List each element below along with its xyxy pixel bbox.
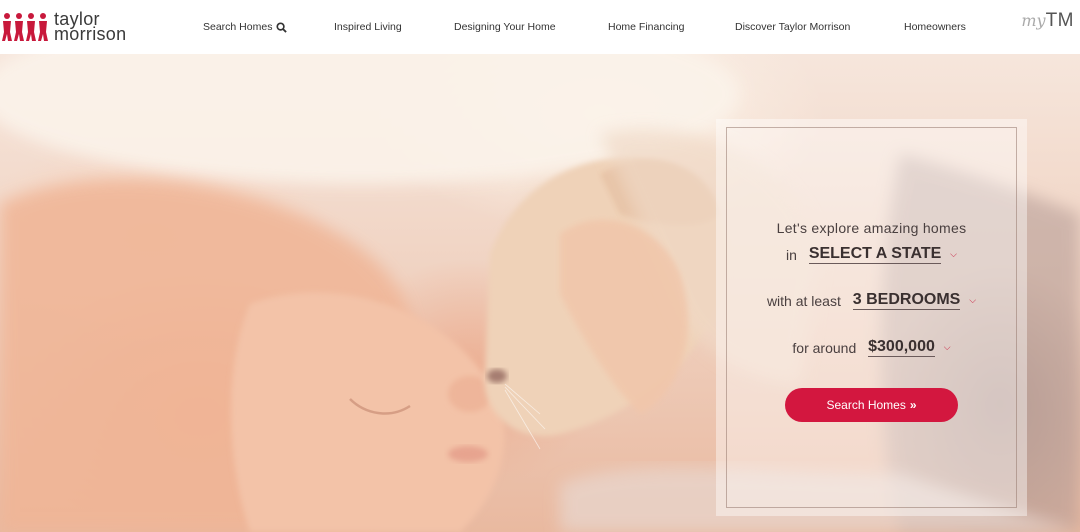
nav-discover-taylor-morrison-label: Discover Taylor Morrison — [735, 21, 851, 33]
state-row: in SELECT A STATE ⌵ — [716, 245, 1027, 264]
home-search-card: Let's explore amazing homes in SELECT A … — [716, 119, 1027, 516]
price-row: for around $300,000 ⌵ — [716, 338, 1027, 357]
nav-search-homes[interactable]: Search Homes — [203, 0, 288, 54]
nav-discover-taylor-morrison[interactable]: Discover Taylor Morrison — [735, 0, 850, 54]
price-select-value: $300,000 — [868, 338, 935, 355]
chevron-down-icon[interactable]: ⌵ — [950, 249, 957, 260]
chevron-down-icon[interactable]: ⌵ — [944, 342, 951, 353]
state-select[interactable]: SELECT A STATE — [808, 245, 942, 264]
chevron-down-icon[interactable]: ⌵ — [969, 295, 976, 306]
price-select[interactable]: $300,000 — [868, 338, 935, 357]
nav-designing-your-home[interactable]: Designing Your Home — [454, 0, 556, 54]
nav-inspired-living[interactable]: Inspired Living — [334, 0, 402, 54]
nav-homeowners-label: Homeowners — [904, 21, 966, 33]
search-homes-button[interactable]: Search Homes » — [785, 388, 958, 422]
nav-home-financing-label: Home Financing — [608, 21, 685, 33]
nav-home-financing[interactable]: Home Financing — [608, 0, 684, 54]
my-tm-prefix: my — [1021, 11, 1046, 30]
site-header: taylor morrison Search Homes Inspired Li… — [0, 0, 1080, 54]
search-homes-button-label: Search Homes — [826, 398, 906, 412]
taylor-morrison-logo[interactable]: taylor morrison — [2, 7, 126, 47]
logo-line-2: morrison — [54, 24, 127, 44]
card-border — [726, 127, 1017, 508]
nav-inspired-living-label: Inspired Living — [334, 21, 402, 33]
state-select-value: SELECT A STATE — [808, 245, 942, 262]
search-icon — [276, 21, 288, 33]
double-chevron-right-icon: » — [909, 398, 917, 412]
price-prefix: for around — [792, 339, 857, 356]
bedrooms-select[interactable]: 3 BEDROOMS — [852, 291, 961, 310]
hero-banner: Let's explore amazing homes in SELECT A … — [0, 54, 1080, 532]
bedrooms-select-value: 3 BEDROOMS — [852, 291, 961, 308]
search-intro-text: Let's explore amazing homes — [776, 220, 967, 236]
bedrooms-row: with at least 3 BEDROOMS ⌵ — [716, 291, 1027, 310]
logo-figures-icon — [2, 13, 48, 41]
state-prefix: in — [786, 246, 797, 263]
nav-homeowners[interactable]: Homeowners — [904, 0, 966, 54]
logo-wordmark: taylor morrison — [54, 10, 127, 44]
nav-designing-your-home-label: Designing Your Home — [454, 21, 556, 33]
bedrooms-prefix: with at least — [766, 292, 841, 309]
my-tm-account-link[interactable]: my TM — [1021, 10, 1074, 44]
nav-search-homes-label: Search Homes — [203, 21, 273, 33]
my-tm-label: TM — [1045, 10, 1074, 31]
